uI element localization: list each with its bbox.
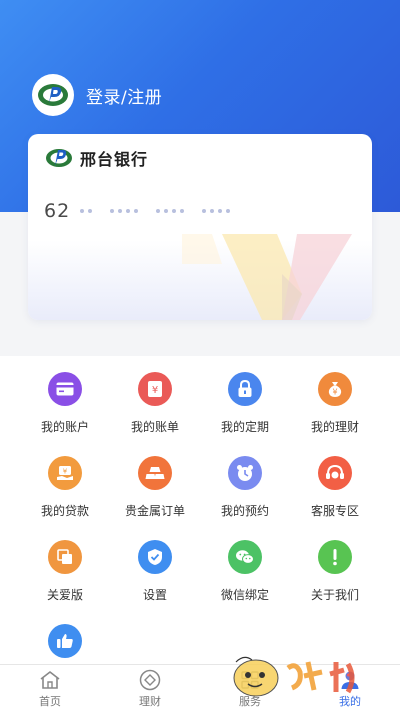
shield-check-icon (138, 540, 172, 574)
exclamation-icon (318, 540, 352, 574)
bank-card[interactable]: 邢台银行 62 (28, 134, 372, 320)
svg-text:¥: ¥ (63, 468, 68, 476)
tab-label: 首页 (39, 695, 61, 708)
tab-home[interactable]: 首页 (0, 669, 100, 709)
service-label: 我的定期 (220, 420, 269, 434)
login-entry[interactable]: 登录/注册 (32, 74, 162, 116)
service-my-bill[interactable]: ¥ 我的账单 (105, 372, 205, 456)
card-number: 62 (44, 200, 248, 222)
service-label: 关于我们 (310, 588, 359, 602)
thumbs-up-icon (48, 624, 82, 658)
mask-dot (180, 209, 185, 213)
service-grid: 我的账户 ¥ 我的账单 我的定期 ¥ 我的理财 ¥ 我的贷款 贵金属订单 我的预… (0, 356, 400, 664)
bank-logo-icon (38, 84, 68, 106)
service-label: 我的账户 (40, 420, 89, 434)
mask-dot (164, 209, 169, 213)
mask-dot (156, 209, 161, 213)
login-register-link[interactable]: 登录/注册 (86, 83, 162, 108)
tab-label: 理财 (139, 695, 161, 708)
gold-bars-icon (138, 456, 172, 490)
loan-icon: ¥ (48, 456, 82, 490)
service-label: 我的预约 (220, 504, 269, 518)
bank-name: 邢台银行 (80, 150, 149, 169)
service-my-deposit[interactable]: 我的定期 (195, 372, 295, 456)
lock-icon (228, 372, 262, 406)
svg-text:¥: ¥ (332, 388, 337, 397)
wechat-icon (228, 540, 262, 574)
layers-icon (48, 540, 82, 574)
mask-dot (134, 209, 139, 213)
service-about-us[interactable]: 关于我们 (285, 540, 385, 624)
service-settings[interactable]: 设置 (105, 540, 205, 624)
service-label: 客服专区 (310, 504, 359, 518)
service-label: 我的理财 (310, 420, 359, 434)
service-precious-metal-order[interactable]: 贵金属订单 (105, 456, 205, 540)
mask-dot (126, 209, 131, 213)
card-number-prefix: 62 (44, 200, 71, 222)
card-number-mask (80, 209, 248, 213)
diamond-icon (138, 669, 162, 691)
mask-dot (110, 209, 115, 213)
service-label: 我的账单 (130, 420, 179, 434)
mask-dot-group (80, 209, 96, 213)
mask-dot (226, 209, 231, 213)
watermark-mascot-logo (233, 656, 355, 697)
mask-dot (172, 209, 177, 213)
tab-finance[interactable]: 理财 (100, 669, 200, 709)
service-customer-service[interactable]: 客服专区 (285, 456, 385, 540)
service-care-version[interactable]: 关爱版 (15, 540, 115, 624)
mask-dot-group (156, 209, 188, 213)
card-watermark-logo (182, 234, 352, 320)
bank-logo-icon (46, 149, 72, 167)
service-label: 贵金属订单 (124, 504, 185, 518)
headset-icon (318, 456, 352, 490)
service-label: 关爱版 (46, 588, 83, 602)
mask-dot (202, 209, 207, 213)
alarm-clock-icon (228, 456, 262, 490)
bill-icon: ¥ (138, 372, 172, 406)
bank-brand: 邢台银行 (44, 146, 148, 170)
service-my-finance[interactable]: ¥ 我的理财 (285, 372, 385, 456)
service-my-loan[interactable]: ¥ 我的贷款 (15, 456, 115, 540)
avatar[interactable] (32, 74, 74, 116)
card-icon (48, 372, 82, 406)
svg-text:¥: ¥ (152, 385, 158, 396)
service-label: 我的贷款 (40, 504, 89, 518)
money-bag-icon: ¥ (318, 372, 352, 406)
mask-dot-group (202, 209, 234, 213)
service-wechat-bind[interactable]: 微信绑定 (195, 540, 295, 624)
service-label: 设置 (142, 588, 167, 602)
service-my-appointment[interactable]: 我的预约 (195, 456, 295, 540)
mask-dot (118, 209, 123, 213)
mask-dot-group (110, 209, 142, 213)
home-icon (38, 669, 62, 691)
mask-dot (210, 209, 215, 213)
mask-dot (218, 209, 223, 213)
service-my-account[interactable]: 我的账户 (15, 372, 115, 456)
service-label: 微信绑定 (220, 588, 269, 602)
mask-dot (80, 209, 85, 213)
mask-dot (88, 209, 93, 213)
